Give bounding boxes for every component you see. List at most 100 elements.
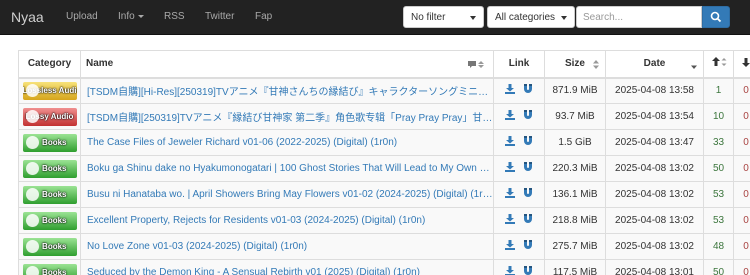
date-cell: 2025-04-08 13:54 <box>605 103 704 130</box>
leechers-cell: 0 <box>733 77 750 104</box>
seeders-cell: 53 <box>703 207 734 234</box>
header-seeders[interactable] <box>703 50 734 79</box>
comments-sort-icon <box>467 60 487 71</box>
torrent-name-link[interactable]: Seduced by the Demon King - A Sensual Re… <box>80 259 494 275</box>
category-badge-label: Books <box>42 189 67 199</box>
torrent-name-link[interactable]: No Love Zone v01-03 (2024-2025) (Digital… <box>80 233 494 260</box>
date-cell: 2025-04-08 13:01 <box>605 259 704 275</box>
download-icon[interactable] <box>504 266 515 275</box>
link-cell <box>493 77 545 104</box>
download-icon[interactable] <box>504 188 515 201</box>
category-cell: Books <box>18 259 81 275</box>
category-badge[interactable]: Books <box>22 133 77 152</box>
magnet-icon[interactable] <box>523 162 533 175</box>
download-icon[interactable] <box>504 240 515 253</box>
magnet-icon[interactable] <box>523 214 533 227</box>
download-icon[interactable] <box>504 136 515 149</box>
link-cell <box>493 181 545 208</box>
leechers-cell: 0 <box>733 103 750 130</box>
category-badge-icon <box>25 265 39 275</box>
leechers-cell: 0 <box>733 207 750 234</box>
category-badge-label: Books <box>42 267 67 275</box>
seeders-cell: 1 <box>703 77 734 104</box>
leechers-cell: 0 <box>733 233 750 260</box>
table-row: Books The Case Files of Jeweler Richard … <box>18 129 750 156</box>
header-category[interactable]: Category <box>18 50 81 79</box>
download-icon[interactable] <box>504 110 515 123</box>
torrent-name-link[interactable]: The Case Files of Jeweler Richard v01-06… <box>80 129 494 156</box>
torrent-name-link[interactable]: Busu ni Hanataba wo. | April Showers Bri… <box>80 181 494 208</box>
category-badge-label: Books <box>42 137 67 147</box>
category-badge-label: Books <box>42 215 67 225</box>
category-badge[interactable]: Books <box>22 237 77 256</box>
chevron-down-icon <box>561 16 567 20</box>
category-badge[interactable]: Books <box>22 159 77 178</box>
seeders-cell: 50 <box>703 259 734 275</box>
header-date-label: Date <box>643 58 666 70</box>
date-cell: 2025-04-08 13:02 <box>605 233 704 260</box>
category-badge[interactable]: Lossless Audio <box>22 81 77 100</box>
search-button[interactable] <box>702 6 730 28</box>
category-badge-icon <box>25 161 39 175</box>
download-icon[interactable] <box>504 162 515 175</box>
category-badge[interactable]: Books <box>22 263 77 275</box>
chevron-down-icon <box>470 16 476 20</box>
size-cell: 220.3 MiB <box>544 155 606 182</box>
nav-rss[interactable]: RSS <box>164 11 185 22</box>
chevron-down-icon <box>137 14 144 18</box>
download-icon[interactable] <box>504 214 515 227</box>
table-row: Lossless Audio [TSDM自購][Hi-Res][250319]T… <box>18 77 750 104</box>
torrent-name-link[interactable]: Boku ga Shinu dake no Hyakumonogatari | … <box>80 155 494 182</box>
size-cell: 136.1 MiB <box>544 181 606 208</box>
magnet-icon[interactable] <box>523 110 533 123</box>
category-badge[interactable]: Books <box>22 211 77 230</box>
table-row: Books Boku ga Shinu dake no Hyakumonogat… <box>18 155 750 182</box>
filter-select-value: No filter <box>411 12 446 23</box>
torrent-name-link[interactable]: [TSDM自購][Hi-Res][250319]TVアニメ『甘神さんちの縁結び』… <box>80 77 494 104</box>
table-header-row: Category Name Link Size Date <box>18 50 750 79</box>
size-cell: 93.7 MiB <box>544 103 606 130</box>
category-badge[interactable]: Books <box>22 185 77 204</box>
magnet-icon[interactable] <box>523 136 533 149</box>
table-row: Books Busu ni Hanataba wo. | April Showe… <box>18 181 750 208</box>
nav-twitter[interactable]: Twitter <box>205 11 234 22</box>
leechers-cell: 0 <box>733 181 750 208</box>
category-cell: Lossless Audio <box>18 77 81 104</box>
category-select-value: All categories <box>495 12 556 23</box>
header-date[interactable]: Date <box>605 50 704 79</box>
seeders-cell: 50 <box>703 155 734 182</box>
link-cell <box>493 129 545 156</box>
link-cell <box>493 207 545 234</box>
torrent-name-link[interactable]: [TSDM自購][250319]TVアニメ『縁結び甘神家 第二季』角色歌专辑「P… <box>80 103 494 130</box>
header-leechers[interactable] <box>733 50 750 79</box>
brand-logo[interactable]: Nyaa <box>11 9 44 25</box>
torrent-name-link[interactable]: Excellent Property, Rejects for Resident… <box>80 207 494 234</box>
category-badge-icon <box>25 213 39 227</box>
nav-upload[interactable]: Upload <box>66 11 98 22</box>
category-select[interactable]: All categories <box>487 6 575 28</box>
category-badge-icon <box>25 239 39 253</box>
nav-info-label: Info <box>118 11 135 22</box>
magnet-icon[interactable] <box>523 240 533 253</box>
torrent-table: Category Name Link Size Date Lossless Au… <box>18 50 750 275</box>
link-cell <box>493 103 545 130</box>
sort-desc-icon <box>691 60 697 71</box>
nav-info[interactable]: Info <box>118 11 144 22</box>
category-badge[interactable]: Lossy Audio <box>22 107 77 126</box>
magnet-icon[interactable] <box>523 188 533 201</box>
search-input[interactable] <box>576 6 702 28</box>
header-size[interactable]: Size <box>544 50 606 79</box>
category-badge-icon <box>25 135 39 149</box>
leechers-cell: 0 <box>733 155 750 182</box>
magnet-icon[interactable] <box>523 266 533 275</box>
table-row: Lossy Audio [TSDM自購][250319]TVアニメ『縁結び甘神家… <box>18 103 750 130</box>
nav-fap[interactable]: Fap <box>255 11 272 22</box>
size-cell: 117.5 MiB <box>544 259 606 275</box>
filter-select[interactable]: No filter <box>403 6 484 28</box>
arrow-down-icon <box>742 58 750 68</box>
size-cell: 871.9 MiB <box>544 77 606 104</box>
date-cell: 2025-04-08 13:02 <box>605 181 704 208</box>
download-icon[interactable] <box>504 84 515 97</box>
magnet-icon[interactable] <box>523 84 533 97</box>
header-name[interactable]: Name <box>80 50 494 79</box>
